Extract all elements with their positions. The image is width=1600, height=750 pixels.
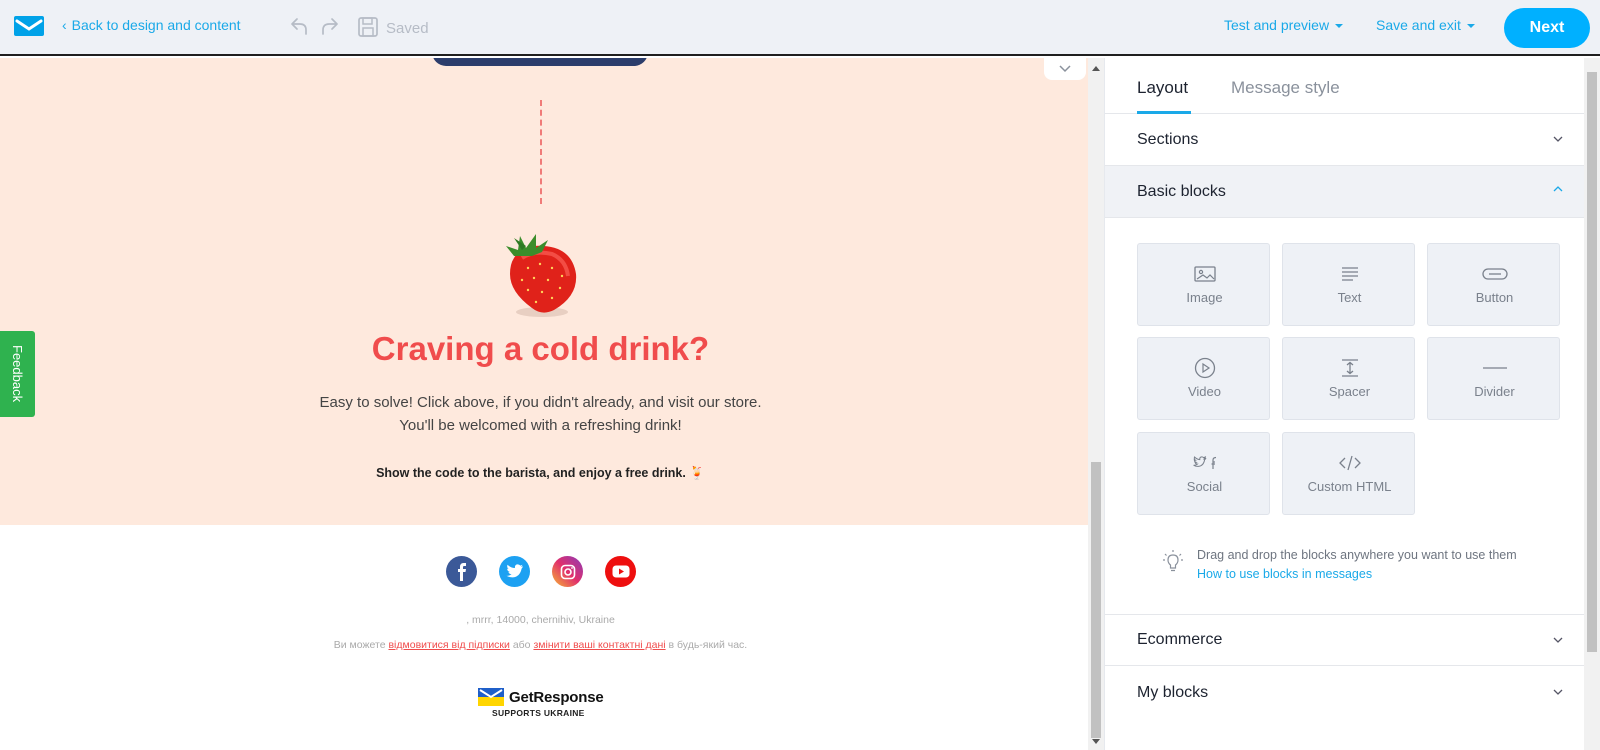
youtube-icon[interactable]: [605, 556, 636, 587]
accordion-basic-blocks[interactable]: Basic blocks: [1105, 166, 1593, 218]
save-exit-menu[interactable]: Save and exit: [1376, 17, 1475, 33]
body-line-2: You'll be welcomed with a refreshing dri…: [399, 417, 682, 434]
block-button-label: Button: [1475, 290, 1514, 305]
unsubscribe-link[interactable]: відмовитися від підписки: [388, 639, 509, 651]
feedback-label: Feedback: [10, 345, 25, 403]
cta-button-bottom-edge[interactable]: [432, 58, 648, 66]
scroll-down-arrow-icon[interactable]: [1092, 739, 1100, 744]
email-body-text[interactable]: Easy to solve! Click above, if you didn'…: [0, 391, 1081, 437]
accordion-ecommerce[interactable]: Ecommerce: [1105, 614, 1593, 666]
video-icon: [1194, 357, 1215, 379]
footer-address: , mrrr, 14000, chernihiv, Ukraine: [466, 614, 615, 626]
footer-unsubscribe: Ви можете відмовитися від підписки або з…: [0, 639, 1081, 651]
chevron-down-icon: [1553, 689, 1563, 695]
tab-message-style[interactable]: Message style: [1231, 78, 1340, 98]
email-code-text[interactable]: Show the code to the barista, and enjoy …: [0, 466, 1081, 481]
saved-status: Saved: [386, 20, 429, 37]
twitter-icon[interactable]: [499, 556, 530, 587]
unsub-prefix: Ви можете: [333, 639, 386, 651]
spacer-icon: [1341, 359, 1358, 377]
brand-name: GetResponse: [509, 688, 604, 706]
block-custom-html[interactable]: Custom HTML: [1282, 432, 1415, 515]
lightbulb-icon: [1163, 550, 1183, 572]
facebook-icon[interactable]: [446, 556, 477, 587]
block-video[interactable]: Video: [1137, 337, 1270, 420]
redo-icon[interactable]: [320, 16, 342, 38]
block-social-label: Social: [1186, 479, 1223, 494]
caret-down-icon: [1466, 24, 1475, 28]
change-details-link[interactable]: змінити ваші контактні дані: [533, 639, 665, 651]
canvas-scrollbar[interactable]: [1088, 58, 1104, 750]
dashed-divider: [540, 100, 542, 204]
email-hero-section[interactable]: Craving a cold drink? Easy to solve! Cli…: [0, 58, 1088, 525]
block-divider[interactable]: Divider: [1427, 337, 1560, 420]
panel-scroll-thumb[interactable]: [1587, 72, 1597, 652]
accordion-sections[interactable]: Sections: [1105, 114, 1593, 166]
button-icon: [1481, 268, 1508, 280]
tab-layout[interactable]: Layout: [1137, 78, 1188, 98]
block-divider-label: Divider: [1474, 384, 1515, 399]
canvas-scroll-thumb[interactable]: [1091, 462, 1101, 738]
editor-side-panel: Layout Message style Sections Basic bloc…: [1104, 58, 1593, 750]
block-spacer[interactable]: Spacer: [1282, 337, 1415, 420]
code-icon: [1338, 455, 1361, 471]
block-social[interactable]: Social: [1137, 432, 1270, 515]
strawberry-image[interactable]: [492, 224, 588, 320]
caret-down-icon: [1335, 24, 1344, 28]
block-image[interactable]: Image: [1137, 243, 1270, 326]
save-exit-label: Save and exit: [1376, 17, 1461, 33]
ukraine-envelope-icon: [478, 688, 504, 706]
scroll-up-arrow-icon[interactable]: [1092, 66, 1100, 71]
my-blocks-label: My blocks: [1137, 684, 1209, 701]
divider-icon: [1482, 367, 1507, 369]
block-custom-html-label: Custom HTML: [1307, 479, 1392, 494]
test-preview-menu[interactable]: Test and preview: [1224, 17, 1344, 33]
basic-blocks-label: Basic blocks: [1137, 182, 1226, 200]
next-button[interactable]: Next: [1504, 8, 1590, 48]
block-video-label: Video: [1187, 384, 1221, 399]
text-icon: [1341, 267, 1358, 281]
chevron-up-icon: [1553, 186, 1563, 192]
chevron-down-icon: [1059, 65, 1071, 73]
block-button[interactable]: Button: [1427, 243, 1560, 326]
chevron-down-icon: [1553, 136, 1563, 142]
email-canvas: Craving a cold drink? Easy to solve! Cli…: [0, 58, 1088, 750]
panel-scrollbar[interactable]: [1584, 58, 1600, 750]
back-to-design-link[interactable]: ‹ Back to design and content: [62, 17, 241, 33]
tip-text: Drag and drop the blocks anywhere you wa…: [1197, 548, 1517, 562]
collapse-toggle[interactable]: [1044, 58, 1086, 80]
sections-label: Sections: [1137, 130, 1199, 148]
getresponse-logo-icon[interactable]: [13, 15, 45, 37]
social-icon: [1192, 456, 1216, 469]
block-image-label: Image: [1186, 290, 1223, 305]
image-icon: [1193, 266, 1216, 282]
test-preview-label: Test and preview: [1224, 17, 1330, 33]
panel-tabs: Layout Message style: [1105, 58, 1593, 114]
accordion-my-blocks[interactable]: My blocks: [1105, 667, 1593, 719]
body-line-1: Easy to solve! Click above, if you didn'…: [319, 394, 762, 411]
instagram-icon[interactable]: [552, 556, 583, 587]
chevron-down-icon: [1553, 637, 1563, 643]
email-headline[interactable]: Craving a cold drink?: [0, 330, 1081, 368]
top-bar: ‹ Back to design and content Saved Test …: [0, 0, 1600, 56]
chevron-left-icon: ‹: [62, 17, 67, 33]
undo-icon[interactable]: [287, 16, 309, 38]
getresponse-supports-ukraine-logo[interactable]: GetResponse SUPPORTS UKRAINE: [478, 688, 608, 724]
block-spacer-label: Spacer: [1328, 384, 1371, 399]
block-text[interactable]: Text: [1282, 243, 1415, 326]
ecommerce-label: Ecommerce: [1137, 631, 1223, 648]
unsub-suffix: в будь-який час.: [668, 639, 748, 651]
feedback-tab[interactable]: Feedback: [0, 331, 35, 417]
unsub-middle: або: [512, 639, 531, 651]
brand-subtitle: SUPPORTS UKRAINE: [492, 708, 585, 718]
save-disk-icon: [358, 17, 378, 37]
block-text-label: Text: [1337, 290, 1362, 305]
back-to-design-label: Back to design and content: [71, 17, 241, 33]
social-icons-row[interactable]: [446, 556, 636, 587]
how-to-use-blocks-link[interactable]: How to use blocks in messages: [1197, 565, 1517, 584]
